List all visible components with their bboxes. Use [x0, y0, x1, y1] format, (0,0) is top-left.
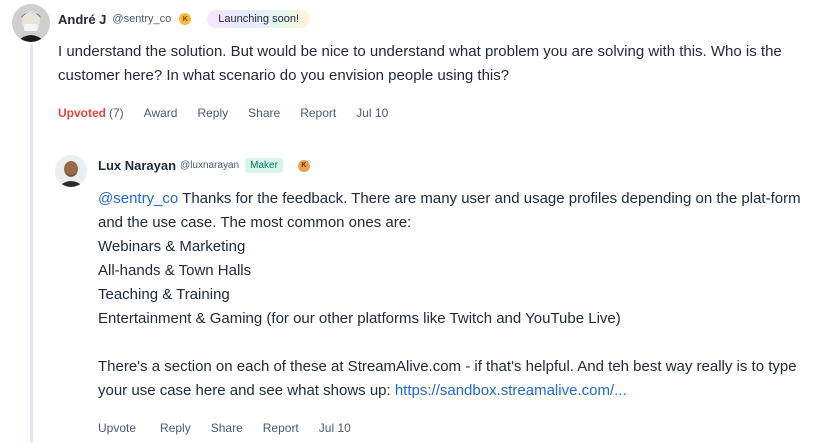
- profile-item: Entertainment & Gaming (for our other pl…: [98, 310, 621, 327]
- profile-item: Teaching & Training: [98, 286, 230, 303]
- upvote-button[interactable]: Upvote: [98, 421, 136, 435]
- report-button[interactable]: Report: [300, 106, 336, 120]
- upvote-count: (7): [109, 106, 124, 120]
- sandbox-link[interactable]: https://sandbox.streamalive.com/...: [395, 382, 627, 399]
- author-name[interactable]: André J: [58, 12, 106, 27]
- thread-line: [30, 44, 33, 443]
- author-handle[interactable]: @sentry_co: [112, 13, 171, 25]
- comment-header: André J @sentry_co K Launching soon!: [58, 10, 310, 28]
- mention-link[interactable]: @sentry_co: [98, 190, 178, 207]
- karma-icon: K: [297, 159, 310, 172]
- share-button[interactable]: Share: [211, 421, 243, 435]
- report-button[interactable]: Report: [263, 421, 299, 435]
- avatar-image: [55, 155, 87, 187]
- author-name[interactable]: Lux Narayan: [98, 158, 176, 173]
- reply-intro: @sentry_co Thanks for the feedback. Ther…: [98, 187, 808, 235]
- reply-button[interactable]: Reply: [160, 421, 191, 435]
- maker-badge: Maker: [245, 158, 283, 173]
- upvoted-button[interactable]: Upvoted (7): [58, 106, 124, 120]
- share-button[interactable]: Share: [248, 106, 280, 120]
- comment-body: I understand the solution. But would be …: [58, 40, 810, 88]
- profile-item: All-hands & Town Halls: [98, 262, 252, 279]
- reply-closing: There's a section on each of these at St…: [98, 355, 808, 403]
- upvote-label: Upvoted: [58, 106, 106, 120]
- reply-header: Lux Narayan @luxnarayan Maker K: [98, 158, 310, 173]
- reply-text: Thanks for the feedback. There are many …: [98, 190, 801, 231]
- comment-date[interactable]: Jul 10: [356, 106, 388, 120]
- author-handle[interactable]: @luxnarayan: [180, 160, 239, 171]
- karma-icon: K: [179, 13, 192, 25]
- reply-button[interactable]: Reply: [197, 106, 228, 120]
- profile-item: Webinars & Marketing: [98, 238, 246, 255]
- avatar[interactable]: [12, 4, 50, 42]
- launching-soon-badge: Launching soon!: [207, 10, 310, 28]
- reply-body: @sentry_co Thanks for the feedback. Ther…: [98, 187, 808, 403]
- comment-actions: Upvoted (7) Award Reply Share Report Jul …: [58, 106, 408, 120]
- avatar-image: [12, 4, 50, 42]
- avatar[interactable]: [55, 155, 87, 187]
- award-button[interactable]: Award: [144, 106, 178, 120]
- comment-text: I understand the solution. But would be …: [58, 43, 782, 84]
- reply-actions: Upvote Reply Share Report Jul 10: [98, 421, 371, 435]
- reply-date[interactable]: Jul 10: [319, 421, 351, 435]
